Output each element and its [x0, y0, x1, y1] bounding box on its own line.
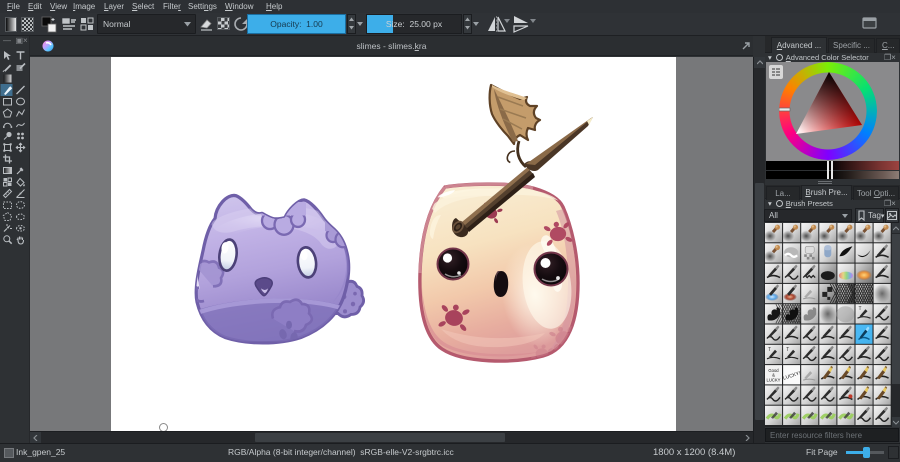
svg-text:T: T: [768, 347, 771, 353]
svg-text:T: T: [859, 306, 862, 312]
svg-text:LUCKY: LUCKY: [767, 378, 781, 383]
svg-text:T: T: [786, 347, 789, 353]
